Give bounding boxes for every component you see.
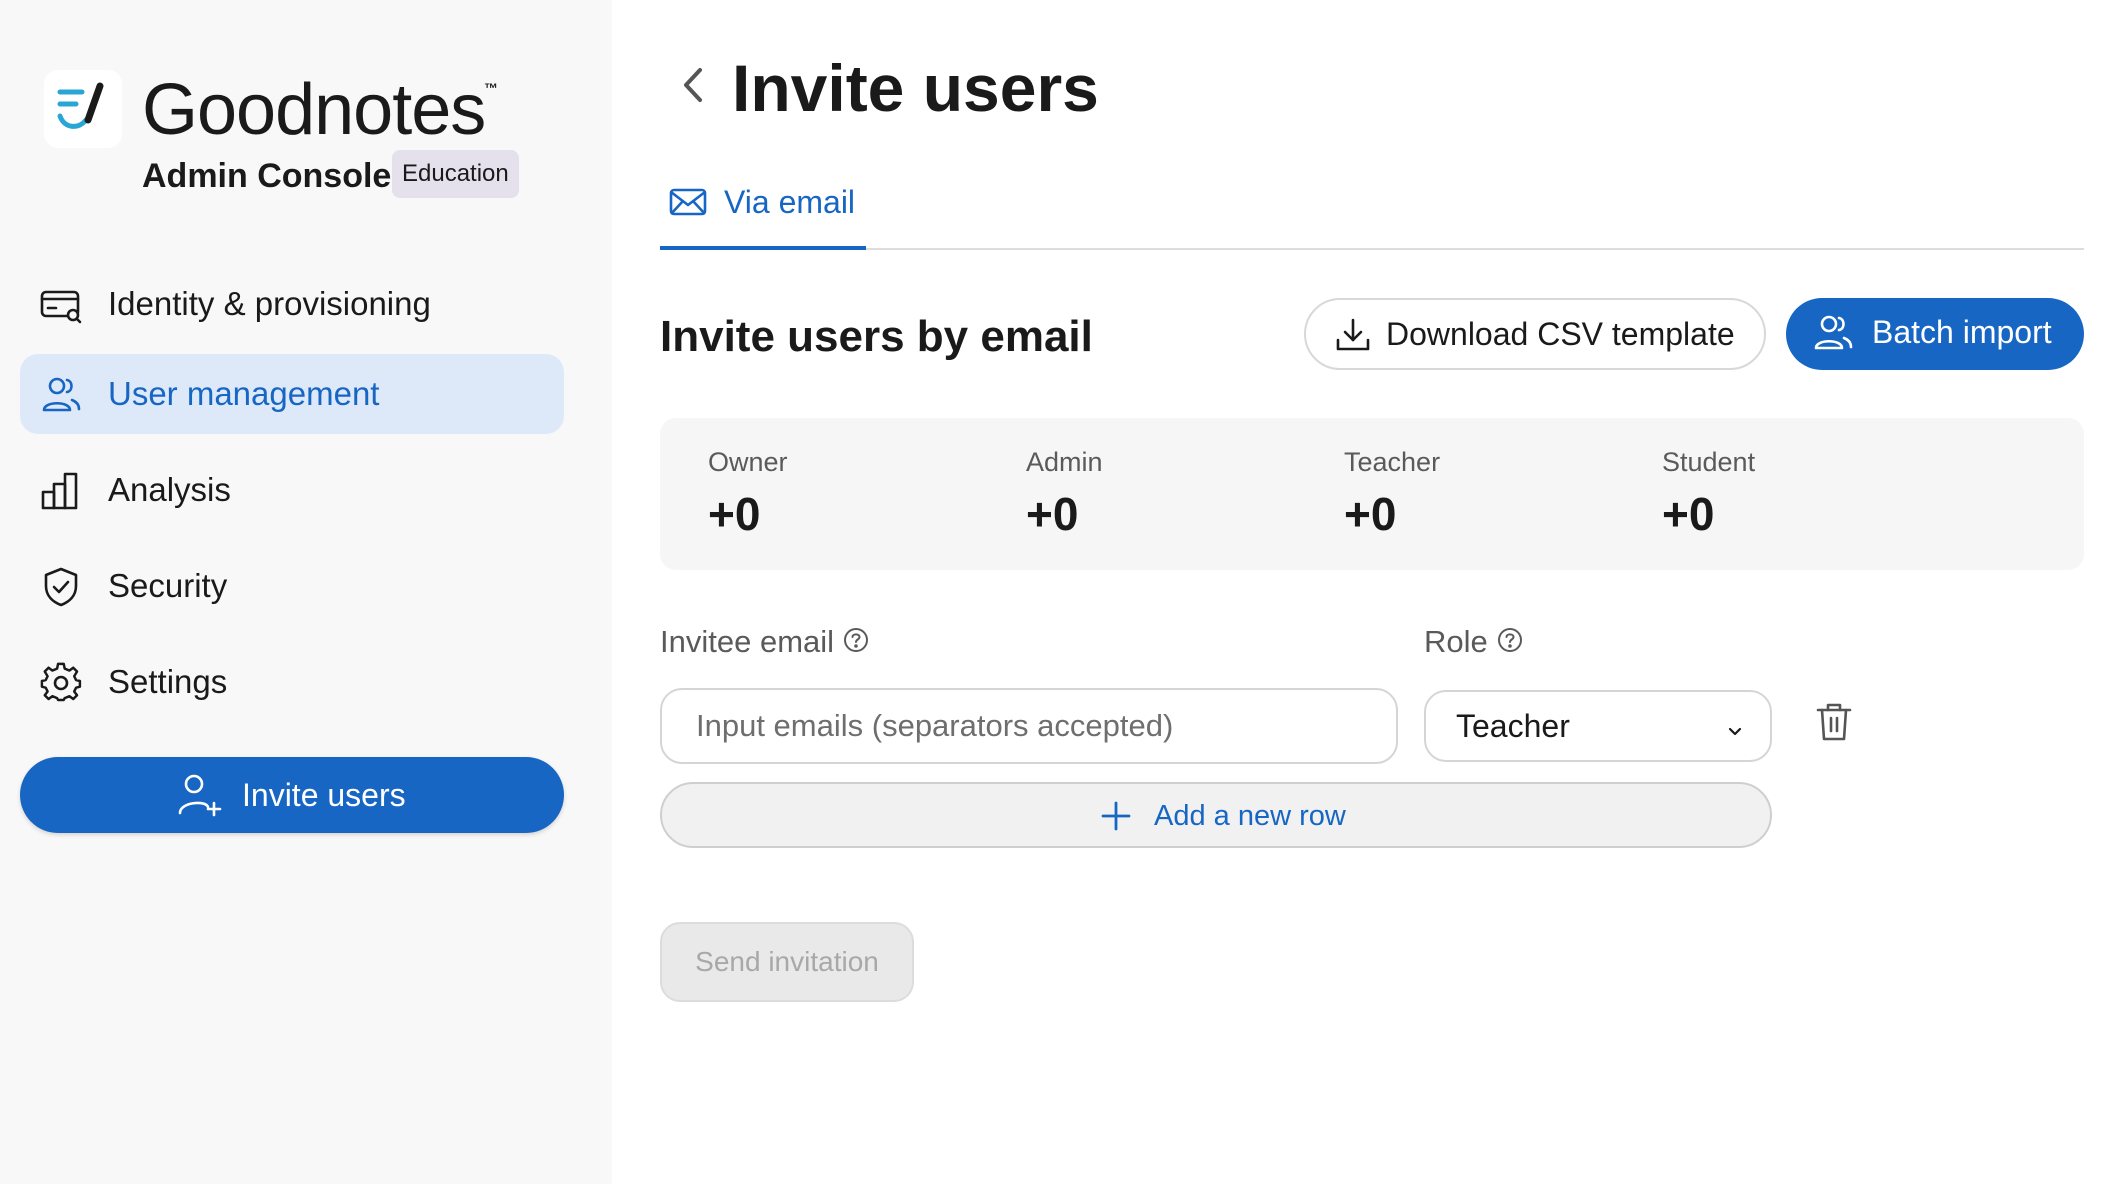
add-new-row-label: Add a new row [1154,800,1346,832]
add-user-icon [176,771,224,827]
stat-label: Admin [1026,447,1103,477]
bar-chart-icon [40,470,82,512]
brand-trademark: ™ [484,80,498,96]
stat-value: +0 [1344,488,1397,540]
sidebar-item-label: Analysis [108,471,231,508]
stat-label: Owner [708,447,788,477]
identity-card-icon [40,284,82,326]
stat-teacher: Teacher +0 [1344,444,1440,544]
brand-console-label: Admin Console [142,157,392,195]
tab-via-email[interactable]: Via email [660,170,866,250]
send-invitation-label: Send invitation [695,946,879,977]
add-new-row-button[interactable]: Add a new row [660,782,1772,848]
sidebar-item-label: Settings [108,663,228,700]
back-chevron-icon[interactable] [674,60,714,110]
sidebar-item-user-management[interactable]: User management [20,354,564,434]
stat-value: +0 [1026,488,1079,540]
help-circle-icon[interactable] [842,624,870,664]
help-circle-icon[interactable] [1496,624,1524,664]
section-title: Invite users by email [660,312,1093,361]
sidebar-item-analysis[interactable]: Analysis [20,450,564,530]
batch-import-label: Batch import [1872,314,2052,350]
users-icon [1812,312,1854,362]
sidebar-item-label: Identity & provisioning [108,285,431,322]
role-label-text: Role [1424,624,1488,659]
role-select[interactable]: Teacher [1424,690,1772,762]
role-selected-value: Teacher [1456,708,1570,744]
invite-users-label: Invite users [242,777,406,813]
shield-check-icon [40,566,82,608]
stat-value: +0 [1662,488,1715,540]
invite-users-button[interactable]: Invite users [20,757,564,833]
stat-admin: Admin +0 [1026,444,1103,544]
stat-label: Student [1662,447,1756,477]
send-invitation-button[interactable]: Send invitation [660,922,914,1002]
tab-bar: Via email [660,170,2084,250]
sidebar-item-identity[interactable]: Identity & provisioning [20,264,564,344]
sidebar-item-label: Security [108,567,228,604]
sidebar: Goodnotes ™ Admin Console Education Iden… [0,0,612,1184]
sidebar-item-settings[interactable]: Settings [20,642,564,722]
sidebar-item-label: User management [108,375,380,412]
users-icon [40,374,82,416]
plus-icon [1098,798,1134,842]
sidebar-item-security[interactable]: Security [20,546,564,626]
chevron-down-icon [1722,716,1748,753]
download-icon [1334,316,1372,362]
stat-owner: Owner +0 [708,444,788,544]
stat-value: +0 [708,488,761,540]
page-title: Invite users [732,51,1099,125]
envelope-icon [668,182,708,230]
batch-import-button[interactable]: Batch import [1786,298,2084,370]
download-csv-template-button[interactable]: Download CSV template [1304,298,1766,370]
brand-name: Goodnotes [142,70,486,150]
stat-label: Teacher [1344,447,1441,477]
goodnotes-logo-icon [44,70,122,148]
role-summary-panel: Owner +0 Admin +0 Teacher +0 Student +0 [660,418,2084,570]
invitee-email-label: Invitee email [660,622,870,664]
app-window: Goodnotes ™ Admin Console Education Iden… [0,0,2122,1184]
main-content: Invite users Via email Invite users by e… [612,0,2122,1184]
gear-icon [40,662,82,704]
trash-icon[interactable] [1814,700,1854,749]
tab-label: Via email [724,184,856,220]
edition-badge: Education [392,150,519,198]
stat-student: Student +0 [1662,444,1755,544]
invitee-email-label-text: Invitee email [660,624,835,659]
download-csv-label: Download CSV template [1386,316,1735,352]
invitee-email-input[interactable] [660,688,1398,764]
role-label: Role [1424,622,1524,664]
